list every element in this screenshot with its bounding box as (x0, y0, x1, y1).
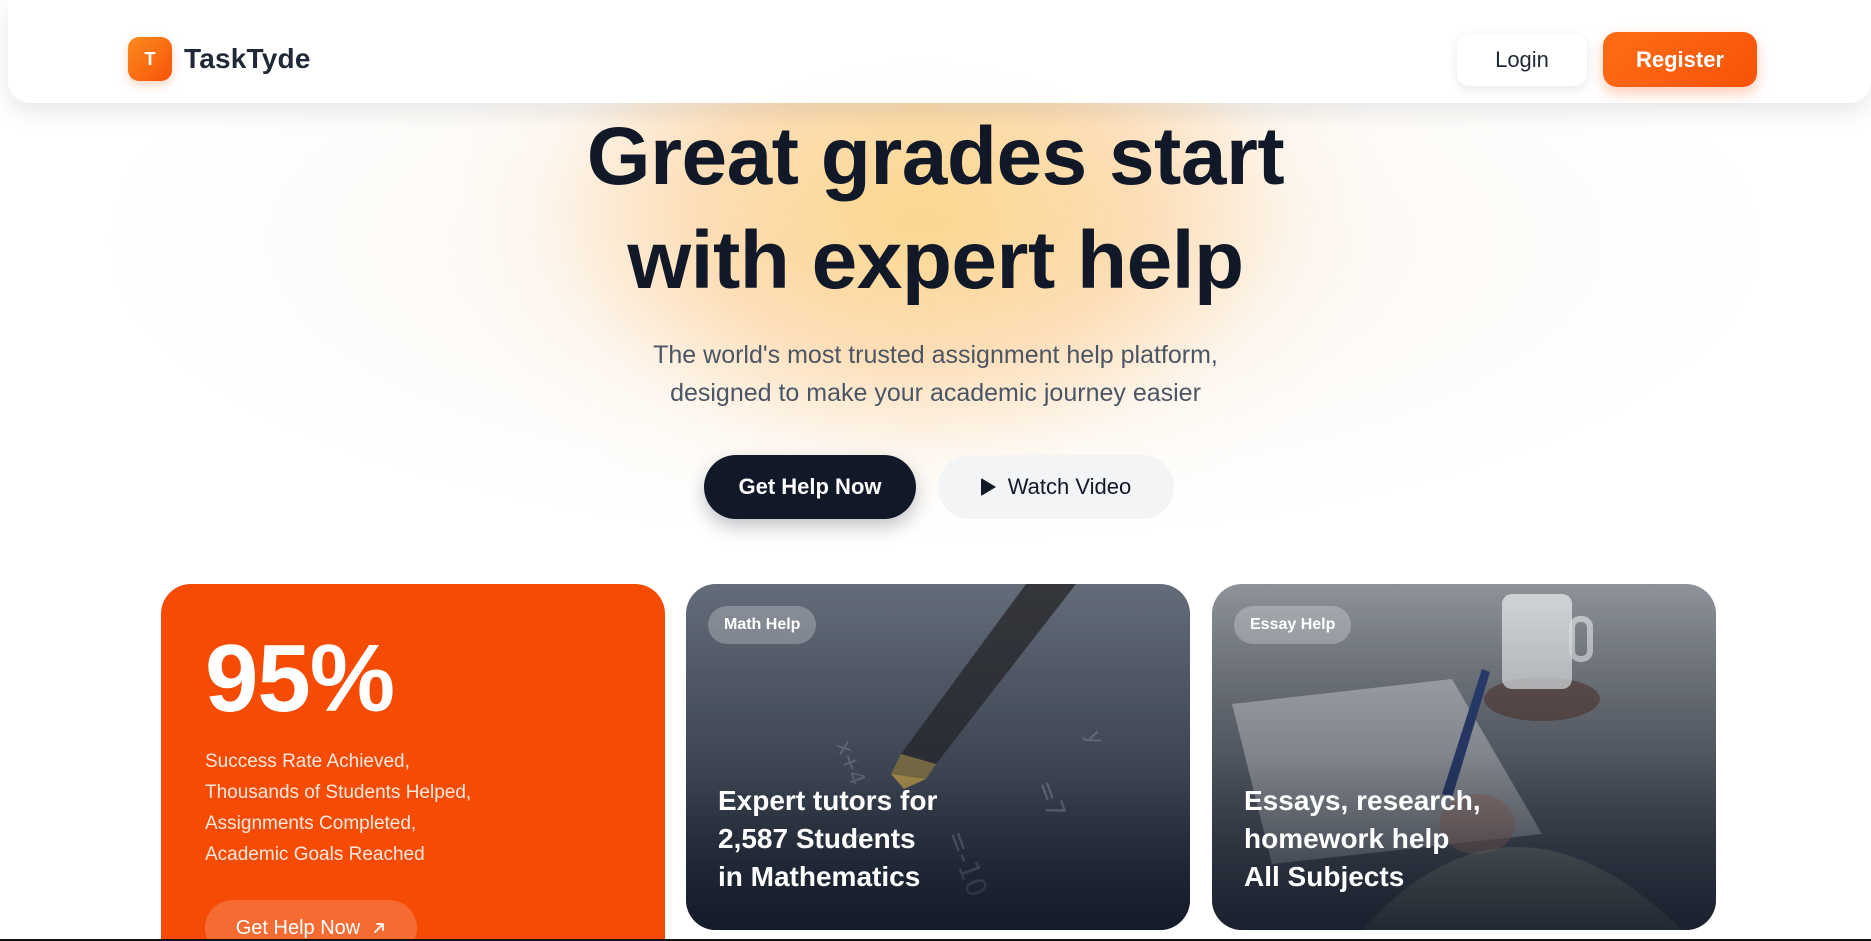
essay-help-card[interactable]: Essay Help Essays, research, homework he… (1212, 584, 1716, 930)
caption-line: Expert tutors for (718, 785, 938, 816)
caption-line: Essays, research, (1244, 785, 1481, 816)
watch-video-label: Watch Video (1007, 474, 1132, 499)
watch-video-button[interactable]: Watch Video (938, 455, 1174, 519)
stat-line: Thousands of Students Helped, (205, 782, 472, 803)
hero-title-line: Great grades start (586, 111, 1285, 202)
math-help-tag[interactable]: Math Help (708, 606, 817, 644)
math-help-caption: Expert tutors for 2,587 Students in Math… (718, 782, 937, 896)
brand-logo[interactable]: T (128, 37, 172, 81)
success-rate-description: Success Rate Achieved, Thousands of Stud… (205, 746, 471, 870)
stat-line: Academic Goals Reached (205, 844, 425, 865)
play-icon (980, 478, 996, 496)
success-rate-value: 95% (205, 625, 395, 732)
hero-cta-row: Get Help Now Watch Video (704, 455, 1174, 519)
stat-line: Success Rate Achieved, (205, 751, 410, 772)
brand[interactable]: T TaskTyde (128, 37, 311, 81)
success-rate-card: 95% Success Rate Achieved, Thousands of … (161, 584, 665, 941)
essay-help-caption: Essays, research, homework help All Subj… (1244, 782, 1481, 896)
stat-line: Assignments Completed, (205, 813, 417, 834)
stat-get-help-button[interactable]: Get Help Now (205, 900, 417, 941)
hero-subtitle-line: designed to make your academic journey e… (670, 379, 1201, 407)
login-button[interactable]: Login (1457, 34, 1587, 86)
arrow-up-right-icon (374, 923, 385, 933)
hero-title: Great grades start with expert help (0, 105, 1871, 313)
caption-line: homework help (1244, 823, 1450, 854)
register-button[interactable]: Register (1603, 32, 1757, 87)
caption-line: All Subjects (1244, 861, 1405, 892)
caption-line: 2,587 Students (718, 823, 916, 854)
hero-subtitle: The world's most trusted assignment help… (0, 336, 1871, 412)
hero-subtitle-line: The world's most trusted assignment help… (653, 341, 1218, 369)
get-help-now-button[interactable]: Get Help Now (704, 455, 916, 519)
math-help-card[interactable]: =-10 =7 y x+4 Math Help Expert tutors fo… (686, 584, 1190, 930)
caption-line: in Mathematics (718, 861, 921, 892)
brand-name[interactable]: TaskTyde (184, 43, 311, 75)
hero-title-line: with expert help (627, 215, 1244, 306)
stat-get-help-label: Get Help Now (235, 916, 361, 939)
navbar: T TaskTyde Login Register (8, 0, 1871, 103)
essay-help-tag[interactable]: Essay Help (1234, 606, 1352, 644)
